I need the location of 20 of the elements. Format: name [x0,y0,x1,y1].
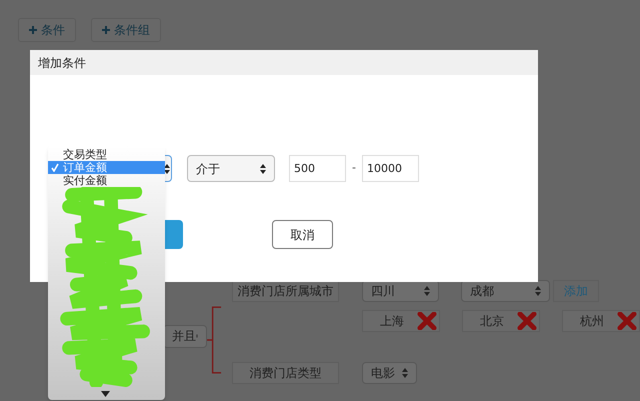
add-button[interactable]: 条件 [18,18,76,42]
dialog-title: 增加条件 [38,54,86,72]
field-label: 消费门店类型 [232,362,339,384]
type-select[interactable]: 电影 [362,362,417,384]
add-button[interactable]: 条件组 [91,18,161,42]
dropdown-option[interactable]: 订单金额 [48,161,165,174]
range-separator: - [352,160,356,176]
city-select[interactable]: 成都 [461,280,550,302]
max-input[interactable]: 10000 [362,155,419,182]
city-tag: 上海 [362,310,440,332]
logic-select[interactable]: 并且 [163,324,207,348]
operator-select[interactable]: 介于 [187,155,275,182]
dropdown-option[interactable]: 交易类型 [48,148,165,161]
min-input[interactable]: 500 [289,155,346,182]
city-tag: 杭州 [562,310,640,332]
cancel-button[interactable]: 取消 [272,220,333,249]
city-tag: 北京 [462,310,540,332]
province-select[interactable]: 四川 [362,280,439,302]
dropdown-option[interactable]: 实付金额 [48,174,165,187]
field-label: 消费门店所属城市 [232,280,339,302]
